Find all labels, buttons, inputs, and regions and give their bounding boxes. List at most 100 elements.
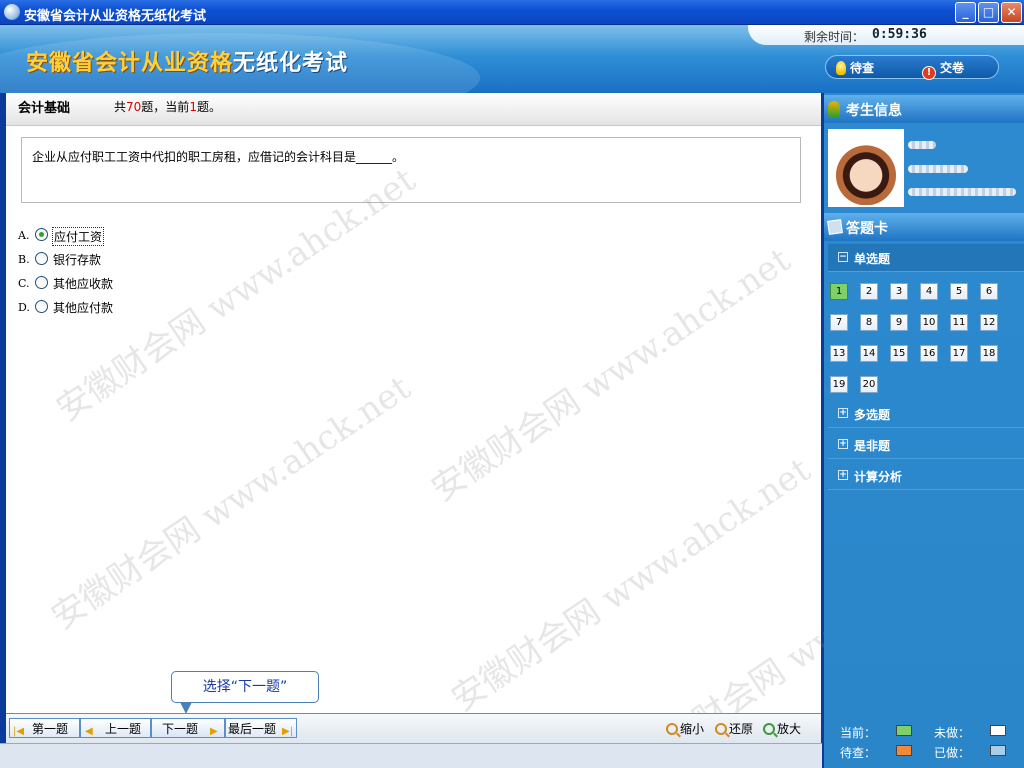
close-button[interactable]: ✕ <box>1001 2 1022 23</box>
candidate-number-redacted <box>908 188 1016 196</box>
question-number-button[interactable]: 20 <box>860 376 878 393</box>
notepad-icon <box>827 219 843 235</box>
candidate-name-redacted <box>908 141 936 149</box>
option-text[interactable]: 其他应收款 <box>52 275 114 292</box>
question-number-button[interactable]: 11 <box>950 314 968 331</box>
maximize-button[interactable]: □ <box>978 2 999 23</box>
option-text[interactable]: 其他应付款 <box>52 299 114 316</box>
question-number-button[interactable]: 3 <box>890 283 908 300</box>
next-icon: ▶ <box>210 726 218 737</box>
zoom-in-icon <box>763 723 775 735</box>
radio-button[interactable] <box>35 252 48 265</box>
zoom-out-button[interactable]: 缩小 <box>666 720 704 737</box>
question-number-button[interactable]: 1 <box>830 283 848 300</box>
first-question-button[interactable]: |◀ 第一题 <box>9 718 80 738</box>
legend-done: 已做： <box>934 744 1006 761</box>
submit-label: 交卷 <box>940 61 965 75</box>
question-number-button[interactable]: 13 <box>830 345 848 362</box>
question-box: 企业从应付职工工资中代扣的职工房租，应借记的会计科目是______。 <box>21 137 801 203</box>
review-button[interactable]: 待查 <box>836 59 874 76</box>
status-strip <box>0 743 822 768</box>
current-number: 1 <box>189 100 197 114</box>
legend-label: 已做： <box>934 746 971 760</box>
radio-button-selected[interactable] <box>35 228 48 241</box>
next-question-button[interactable]: 下一题 ▶ <box>151 718 225 738</box>
legend-swatch-unanswered <box>990 725 1006 736</box>
question-number-button[interactable]: 4 <box>920 283 938 300</box>
legend-swatch-done <box>990 745 1006 756</box>
question-number-button[interactable]: 9 <box>890 314 908 331</box>
candidate-id-redacted <box>908 165 968 173</box>
legend-label: 待查： <box>840 746 877 760</box>
question-number-button[interactable]: 15 <box>890 345 908 362</box>
section-label: 单选题 <box>854 252 891 266</box>
zoom-in-label: 放大 <box>777 722 802 736</box>
section-single-choice[interactable]: − 单选题 <box>828 244 1024 272</box>
question-progress: 共70题，当前1题。 <box>114 98 221 115</box>
zoom-in-button[interactable]: 放大 <box>763 720 801 737</box>
reset-zoom-button[interactable]: 还原 <box>715 720 753 737</box>
action-bar: 待查 ! 交卷 <box>825 55 999 80</box>
candidate-info-header: 考生信息 <box>824 95 1024 123</box>
question-number-button[interactable]: 10 <box>920 314 938 331</box>
last-question-button[interactable]: 最后一题 ▶| <box>225 718 297 738</box>
bulb-icon <box>836 61 846 75</box>
expand-icon[interactable]: + <box>838 439 848 449</box>
minimize-button[interactable]: _ <box>955 2 976 23</box>
subject-title: 会计基础 <box>18 101 71 116</box>
previous-icon: ◀ <box>85 726 93 737</box>
radio-button[interactable] <box>35 276 48 289</box>
option-letter: D. <box>18 301 30 314</box>
next-question-label: 下一题 <box>162 722 199 736</box>
legend-swatch-review <box>896 745 912 756</box>
question-number-button[interactable]: 19 <box>830 376 848 393</box>
timer-box: 剩余时间： 0:59:36 <box>748 25 1024 45</box>
navigation-bar: |◀ 第一题 ◀ 上一题 下一题 ▶ 最后一题 ▶| 缩小 还原 放大 <box>6 713 821 743</box>
app-title-part1: 安徽省会计从业资格 <box>26 50 234 76</box>
question-number-button[interactable]: 17 <box>950 345 968 362</box>
candidate-info-title: 考生信息 <box>846 103 902 119</box>
option-text[interactable]: 银行存款 <box>52 251 102 268</box>
radio-button[interactable] <box>35 300 48 313</box>
window-title-bar: 安徽省会计从业资格无纸化考试 _ □ ✕ <box>0 0 1024 25</box>
question-number-button[interactable]: 12 <box>980 314 998 331</box>
section-label: 计算分析 <box>854 470 903 484</box>
question-number-button[interactable]: 2 <box>860 283 878 300</box>
question-number-button[interactable]: 16 <box>920 345 938 362</box>
answer-card-header: 答题卡 <box>824 213 1024 241</box>
option-text[interactable]: 应付工资 <box>52 227 105 246</box>
exam-header: 安徽省会计从业资格无纸化考试 剩余时间： 0:59:36 待查 ! 交卷 <box>0 25 1024 93</box>
subject-bar: 会计基础 共70题，当前1题。 <box>6 93 821 126</box>
right-panel: 考生信息 答题卡 − 单选题 1 2 3 4 5 6 7 8 9 10 11 12 13 14 15 16 17… <box>824 93 1024 768</box>
answer-card-title: 答题卡 <box>846 221 888 237</box>
expand-icon[interactable]: + <box>838 470 848 480</box>
option-letter: C. <box>18 277 30 290</box>
app-title-part2: 无纸化考试 <box>233 50 349 76</box>
total-count: 70 <box>126 100 142 114</box>
first-page-icon: |◀ <box>13 726 25 737</box>
section-multiple-choice[interactable]: + 多选题 <box>828 400 1024 428</box>
timer-value: 0:59:36 <box>872 27 927 42</box>
app-icon <box>4 4 20 20</box>
question-number-button[interactable]: 18 <box>980 345 998 362</box>
question-number-button[interactable]: 8 <box>860 314 878 331</box>
question-number-button[interactable]: 6 <box>980 283 998 300</box>
legend-label: 未做： <box>934 726 971 740</box>
window-title: 安徽省会计从业资格无纸化考试 <box>24 9 207 24</box>
legend-unanswered: 未做： <box>934 724 1006 741</box>
section-calculation[interactable]: + 计算分析 <box>828 462 1024 490</box>
previous-question-button[interactable]: ◀ 上一题 <box>80 718 151 738</box>
reset-zoom-label: 还原 <box>729 722 754 736</box>
reset-zoom-icon <box>715 723 727 735</box>
question-number-button[interactable]: 5 <box>950 283 968 300</box>
collapse-icon[interactable]: − <box>838 252 848 262</box>
section-true-false[interactable]: + 是非题 <box>828 431 1024 459</box>
warning-icon: ! <box>922 66 936 80</box>
zoom-out-label: 缩小 <box>680 722 705 736</box>
question-number-button[interactable]: 14 <box>860 345 878 362</box>
review-label: 待查 <box>850 61 875 75</box>
submit-button[interactable]: ! 交卷 <box>922 59 964 80</box>
question-number-button[interactable]: 7 <box>830 314 848 331</box>
expand-icon[interactable]: + <box>838 408 848 418</box>
app-title: 安徽省会计从业资格无纸化考试 <box>26 45 348 77</box>
